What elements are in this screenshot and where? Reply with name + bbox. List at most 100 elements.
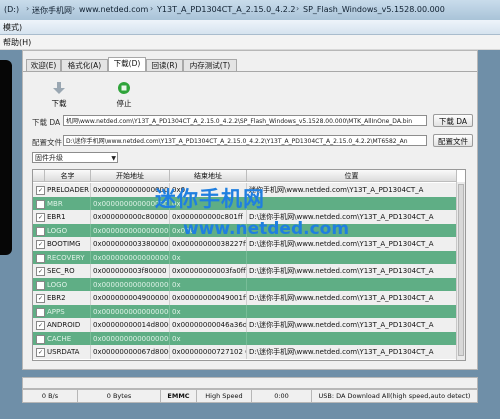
chevron-down-icon: ▼	[111, 155, 116, 162]
cell-start: 0x000000003f80000	[91, 264, 170, 278]
stop-icon	[118, 82, 130, 94]
row-checkbox[interactable]: ✓	[36, 321, 45, 330]
path-separator: ›	[26, 4, 30, 13]
stop-label: 停止	[116, 99, 132, 108]
row-checkbox[interactable]	[36, 199, 45, 209]
vertical-scrollbar[interactable]	[456, 182, 465, 360]
table-row[interactable]: LOGO 0x0000000000000000 0x	[33, 277, 457, 292]
row-checkbox[interactable]	[36, 253, 45, 263]
cell-location[interactable]: D:\迷你手机网\www.netded.com\Y13T_A_PD1304CT_…	[247, 345, 457, 359]
cell-end: 0x00000000038227ff	[170, 237, 247, 251]
cell-name: MBR	[45, 196, 91, 211]
cell-name: CACHE	[45, 331, 91, 346]
status-high-speed: High Speed	[197, 390, 252, 402]
cell-end: 0x	[170, 250, 247, 265]
row-checkbox[interactable]: ✓	[36, 267, 45, 276]
path-crumb-site[interactable]: www.netded.com	[79, 5, 148, 14]
window-title-bar: 模式)	[0, 20, 500, 35]
cell-end: 0x00000000727102 67	[170, 345, 247, 359]
menu-help[interactable]: 帮助(H)	[3, 37, 31, 48]
cell-name: SEC_RO	[45, 264, 91, 278]
cell-start: 0x00000000067d80000	[91, 345, 170, 359]
cell-name: RECOVERY	[45, 250, 91, 265]
status-info: USB: DA Download All(high speed,auto det…	[318, 392, 471, 400]
status-chip: EMMC	[161, 390, 197, 402]
download-agent-field[interactable]: 机网\www.netded.com\Y13T_A_PD1304CT_A_2.15…	[63, 115, 427, 126]
row-checkbox[interactable]: ✓	[36, 240, 45, 249]
table-row[interactable]: CACHE 0x0000000000000000 0x	[33, 331, 457, 346]
status-time: 0:00	[252, 390, 312, 402]
table-header-start: 开始地址	[91, 170, 170, 182]
path-crumb-tool[interactable]: SP_Flash_Windows_v5.1528.00.000	[303, 5, 445, 14]
cell-end: 0x00000000046a36da3	[170, 318, 247, 332]
cell-location[interactable]: D:\迷你手机网\www.netded.com\Y13T_A_PD1304CT_…	[247, 237, 457, 251]
path-crumb-rom[interactable]: Y13T_A_PD1304CT_A_2.15.0_4.2.2	[157, 5, 296, 14]
scatter-field[interactable]: D:\迷你手机网\www.netded.com\Y13T_A_PD1304CT_…	[63, 135, 427, 146]
cell-start: 0x0000000000000000	[91, 223, 170, 238]
row-checkbox[interactable]	[36, 334, 45, 344]
cell-location[interactable]: 迷你手机网\www.netded.com\Y13T_A_PD1304CT_A	[247, 183, 457, 197]
download-agent-label: 下载 DA	[32, 118, 61, 127]
mode-select[interactable]: 固件升级 ▼	[32, 152, 118, 163]
path-separator: ›	[72, 4, 76, 13]
cell-start: 0x0000000000000000	[91, 331, 170, 346]
down-arrow-icon	[53, 82, 65, 94]
scrollbar-thumb[interactable]	[458, 184, 464, 356]
table-header-location: 位置	[247, 170, 457, 182]
table-row[interactable]: ✓ EBR2 0x000000004900000 0x00000000049001ff…	[33, 291, 457, 305]
stop-button[interactable]: 停止	[104, 81, 144, 109]
table-header-name: 名字	[45, 170, 91, 182]
cell-name: APPS	[45, 304, 91, 319]
table-row[interactable]: ✓ ANDROID 0x00000000014d80000 0x00000000046…	[33, 318, 457, 332]
row-checkbox[interactable]: ✓	[36, 186, 45, 195]
table-header-end: 结束地址	[170, 170, 247, 182]
status-speed: 0 B/s	[23, 390, 78, 402]
cell-location[interactable]: D:\迷你手机网\www.netded.com\Y13T_A_PD1304CT_…	[247, 318, 457, 332]
cell-name: EBR2	[45, 291, 91, 305]
cell-location[interactable]: D:\迷你手机网\www.netded.com\Y13T_A_PD1304CT_…	[247, 291, 457, 305]
cell-location[interactable]	[247, 196, 457, 211]
row-checkbox[interactable]: ✓	[36, 213, 45, 222]
cell-location[interactable]	[247, 277, 457, 292]
cell-name: USRDATA	[45, 345, 91, 359]
cell-location[interactable]	[247, 304, 457, 319]
cell-name: PRELOADER	[45, 183, 91, 197]
row-checkbox[interactable]: ✓	[36, 348, 45, 357]
download-agent-button[interactable]: 下载 DA	[433, 114, 473, 127]
row-checkbox[interactable]	[36, 307, 45, 317]
watermark-logo-text: 迷你手机网	[155, 187, 265, 211]
cell-start: 0x0000000000000000	[91, 304, 170, 319]
status-bytes: 0 Bytes	[78, 390, 161, 402]
cell-location[interactable]: D:\迷你手机网\www.netded.com\Y13T_A_PD1304CT_…	[247, 264, 457, 278]
cell-location[interactable]	[247, 250, 457, 265]
watermark-url: www.netded.com	[183, 219, 350, 239]
table-row[interactable]: RECOVERY 0x0000000000000000 0x	[33, 250, 457, 265]
cell-location[interactable]	[247, 331, 457, 346]
cell-name: LOGO	[45, 223, 91, 238]
path-crumb-folder[interactable]: 迷你手机网	[32, 5, 72, 16]
row-checkbox[interactable]	[36, 280, 45, 290]
cell-name: ANDROID	[45, 318, 91, 332]
cell-end: 0x	[170, 277, 247, 292]
path-crumb-drive[interactable]: (D:)	[4, 5, 19, 14]
download-label: 下载	[51, 99, 67, 108]
table-header-check	[33, 170, 45, 182]
download-button[interactable]: 下载	[39, 81, 79, 109]
table-row[interactable]: APPS 0x0000000000000000 0x	[33, 304, 457, 319]
table-row[interactable]: ✓ USRDATA 0x00000000067d80000 0x00000000727…	[33, 345, 457, 359]
cell-name: LOGO	[45, 277, 91, 292]
row-checkbox[interactable]: ✓	[36, 294, 45, 303]
cell-end: 0x	[170, 304, 247, 319]
menu-bar: 帮助(H)	[0, 35, 500, 50]
scatter-button-label: 配置文件	[438, 137, 468, 146]
progress-bar	[22, 377, 478, 389]
cell-start: 0x000000004900000	[91, 291, 170, 305]
row-checkbox[interactable]	[36, 226, 45, 236]
table-row[interactable]: ✓ BOOTIMG 0x000000003380000 0x0000000003822…	[33, 237, 457, 251]
path-separator: ›	[296, 4, 300, 13]
tab-download[interactable]: 下载(D)	[108, 57, 146, 72]
scatter-button[interactable]: 配置文件	[433, 134, 473, 147]
table-row[interactable]: ✓ SEC_RO 0x000000003f80000 0x00000000003fa0…	[33, 264, 457, 278]
cell-end: 0x00000000003fa0fff	[170, 264, 247, 278]
path-bar[interactable]: (D:) › 迷你手机网 › www.netded.com › Y13T_A_P…	[0, 0, 500, 21]
